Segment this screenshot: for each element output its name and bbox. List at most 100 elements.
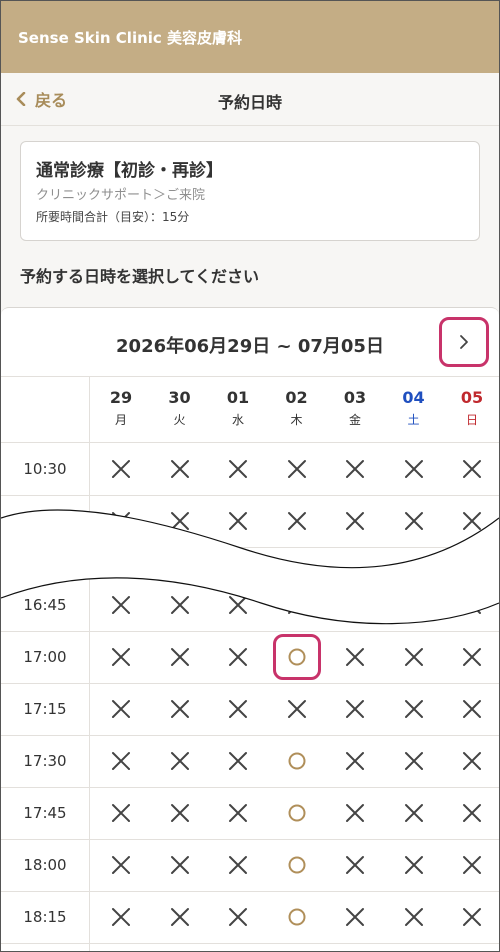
service-name: 通常診療【初診・再診】 xyxy=(36,161,223,181)
cross-icon xyxy=(229,752,247,770)
slot-unavailable xyxy=(443,735,499,787)
slot-unavailable xyxy=(92,631,150,683)
cross-icon xyxy=(346,856,364,874)
slot-unavailable xyxy=(326,443,384,495)
slot-unavailable xyxy=(385,683,443,735)
slot-unavailable xyxy=(151,443,209,495)
slot-unavailable xyxy=(92,787,150,839)
app-header: Sense Skin Clinic 美容皮膚科 xyxy=(1,1,499,73)
slot-unavailable xyxy=(151,735,209,787)
weekday-label: 日 xyxy=(465,413,478,427)
weekday-label: 月 xyxy=(114,413,127,427)
app-frame: Sense Skin Clinic 美容皮膚科 戻る 予約日時 通常診療【初診・… xyxy=(0,0,500,952)
slot-unavailable xyxy=(92,891,150,943)
slot-unavailable xyxy=(92,683,150,735)
cross-icon xyxy=(112,752,130,770)
slot-unavailable xyxy=(326,631,384,683)
day-header: 01 水 xyxy=(209,378,267,428)
cross-icon xyxy=(404,700,423,718)
next-week-button[interactable] xyxy=(439,317,489,367)
cross-icon xyxy=(463,648,481,666)
slot-unavailable xyxy=(443,891,499,943)
time-label: 10:30 xyxy=(23,460,67,478)
cross-icon xyxy=(404,804,423,822)
cross-icon xyxy=(170,648,189,666)
slot-unavailable xyxy=(385,631,443,683)
weekday-label: 木 xyxy=(290,413,303,427)
slot-unavailable xyxy=(443,839,499,891)
slot-unavailable xyxy=(385,735,443,787)
cross-icon xyxy=(229,804,247,822)
service-duration: 所要時間合計（目安）：15分 xyxy=(36,210,190,224)
cross-icon xyxy=(463,460,481,478)
day-header: 02 木 xyxy=(268,378,326,428)
date-range: 2026年06月29日 ~ 07月05日 xyxy=(116,336,384,357)
day-number: 02 xyxy=(285,388,308,407)
slot-unavailable xyxy=(209,683,267,735)
time-gap-break xyxy=(1,509,499,625)
cross-icon xyxy=(112,856,130,874)
slot-unavailable xyxy=(151,839,209,891)
circle-icon xyxy=(288,908,305,926)
slot-unavailable xyxy=(443,443,499,495)
slot-unavailable xyxy=(268,443,326,495)
time-label: 18:15 xyxy=(23,908,67,926)
slot-available[interactable] xyxy=(268,891,326,943)
cross-icon xyxy=(404,460,423,478)
cross-icon xyxy=(170,460,189,478)
cross-icon xyxy=(404,752,423,770)
day-header: 04 土 xyxy=(385,378,443,428)
cross-icon xyxy=(170,700,189,718)
slot-unavailable xyxy=(209,787,267,839)
cross-icon xyxy=(112,648,130,666)
cross-icon xyxy=(346,752,364,770)
cross-icon xyxy=(404,908,423,926)
slot-available[interactable] xyxy=(268,839,326,891)
weekday-label: 火 xyxy=(173,413,186,427)
cross-icon xyxy=(463,804,481,822)
cross-icon xyxy=(170,908,189,926)
service-card: 通常診療【初診・再診】 クリニックサポート＞ご来院 所要時間合計（目安）：15分 xyxy=(20,141,480,241)
time-column-divider xyxy=(89,376,90,951)
slot-unavailable xyxy=(209,891,267,943)
cross-icon xyxy=(112,700,130,718)
service-path: クリニックサポート＞ご来院 xyxy=(36,188,206,203)
slot-unavailable xyxy=(92,443,150,495)
nav-bar: 戻る 予約日時 xyxy=(1,73,499,126)
slot-unavailable xyxy=(92,839,150,891)
cross-icon xyxy=(346,648,364,666)
slot-available[interactable] xyxy=(268,787,326,839)
cross-icon xyxy=(287,460,306,478)
cross-icon xyxy=(463,856,481,874)
slot-unavailable xyxy=(151,631,209,683)
slot-unavailable xyxy=(209,839,267,891)
page-title: 予約日時 xyxy=(217,93,282,112)
cross-icon xyxy=(346,908,364,926)
day-header: 29 月 xyxy=(92,378,150,428)
time-label: 17:15 xyxy=(23,700,67,718)
cross-icon xyxy=(170,856,189,874)
slot-unavailable xyxy=(151,891,209,943)
day-number: 01 xyxy=(226,388,250,407)
cross-icon xyxy=(112,804,130,822)
slot-unavailable xyxy=(209,631,267,683)
cross-icon xyxy=(287,700,306,718)
cross-icon xyxy=(404,648,423,666)
cross-icon xyxy=(463,700,481,718)
cross-icon xyxy=(112,460,130,478)
day-number: 04 xyxy=(402,388,425,407)
time-label: 17:30 xyxy=(23,752,67,770)
clinic-title: Sense Skin Clinic 美容皮膚科 xyxy=(18,29,243,47)
weekday-label: 金 xyxy=(348,413,361,427)
cross-icon xyxy=(112,908,130,926)
cross-icon xyxy=(463,908,481,926)
slot-unavailable xyxy=(326,683,384,735)
slot-available[interactable] xyxy=(268,735,326,787)
day-header: 30 火 xyxy=(151,378,209,428)
slot-unavailable xyxy=(385,787,443,839)
weekday-label: 水 xyxy=(231,413,244,427)
slot-unavailable xyxy=(443,631,499,683)
cross-icon xyxy=(463,752,481,770)
chevron-right-icon xyxy=(460,335,468,349)
slot-unavailable xyxy=(326,839,384,891)
